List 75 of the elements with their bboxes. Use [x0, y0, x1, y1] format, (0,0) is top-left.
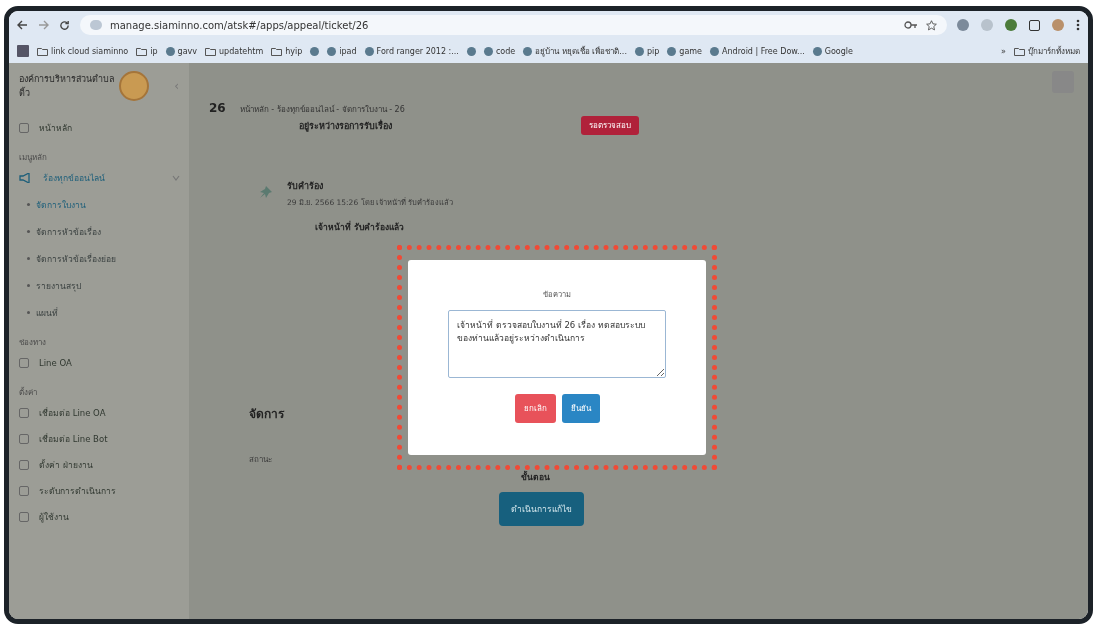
- pin-icon: [259, 185, 273, 199]
- site-icon: [812, 46, 822, 56]
- bullet-icon: [27, 257, 30, 260]
- ticket-status: อยู่ระหว่างรอการรับเรื่อง: [299, 118, 392, 133]
- bookmark[interactable]: [310, 46, 320, 56]
- bookmark[interactable]: gavv: [165, 46, 197, 56]
- cancel-button[interactable]: ยกเลิก: [514, 394, 556, 423]
- submenu-item[interactable]: รายงานสรุป: [19, 272, 179, 299]
- reload-icon[interactable]: [59, 19, 70, 31]
- submenu-item[interactable]: จัดการหัวข้อเรื่องย่อย: [19, 245, 179, 272]
- site-icon: [634, 46, 644, 56]
- megaphone-icon: [19, 173, 33, 183]
- folder-icon: [37, 46, 48, 56]
- sidebar-item[interactable]: ระดับการดำเนินการ: [19, 478, 179, 504]
- profile-icon[interactable]: [1052, 19, 1064, 31]
- bookmark[interactable]: ipad: [327, 46, 357, 56]
- site-icon: [667, 46, 677, 56]
- bookmark[interactable]: อยู่บ้าน หยุดเชื้อ เพื่อชาติ...: [523, 44, 627, 58]
- forward-icon[interactable]: [38, 20, 49, 30]
- bookmark[interactable]: Android | Free Dow...: [710, 46, 805, 56]
- sidebar-item[interactable]: ตั้งค่า ฝ่ายงาน: [19, 452, 179, 478]
- address-bar[interactable]: manage.siaminno.com/atsk#/apps/appeal/ticket/26: [80, 15, 947, 35]
- bookmark[interactable]: Ford ranger 2012 :...: [364, 46, 459, 56]
- bookmark[interactable]: pip: [634, 46, 660, 56]
- status-badge: รอตรวจสอบ: [581, 116, 639, 135]
- bullet-icon: [27, 230, 30, 233]
- star-icon[interactable]: [926, 19, 937, 31]
- folder-icon: [205, 46, 216, 56]
- timeline-title: รับคำร้อง: [287, 180, 324, 193]
- extension-icon[interactable]: [1005, 19, 1017, 31]
- bookmark[interactable]: link cloud siaminno: [37, 46, 129, 56]
- folder-icon: [271, 46, 283, 56]
- site-icon: [165, 46, 175, 56]
- sidebar-item[interactable]: เชื่อมต่อ Line Bot: [19, 426, 179, 452]
- bookmark[interactable]: ip: [136, 46, 158, 56]
- section-label: เมนูหลัก: [19, 152, 48, 165]
- section-label: ตั้งค่า: [19, 386, 38, 399]
- more-bookmarks[interactable]: »: [1001, 46, 1006, 56]
- bookmark[interactable]: updatehtm: [205, 46, 264, 56]
- section-title: จัดการ: [249, 406, 284, 423]
- sidebar-item[interactable]: เชื่อมต่อ Line OA: [19, 400, 179, 426]
- bookmark[interactable]: code: [483, 46, 516, 56]
- bookmark[interactable]: Google: [812, 46, 853, 56]
- folder-icon: [136, 46, 148, 56]
- step-label: ขั้นตอน: [521, 470, 551, 484]
- bullet-icon: [27, 284, 30, 287]
- site-icon: [710, 46, 719, 56]
- bookmark[interactable]: game: [667, 46, 702, 56]
- confirm-button[interactable]: ยืนยัน: [561, 394, 600, 423]
- site-icon: [523, 46, 533, 56]
- site-icon: [364, 46, 374, 56]
- bookmark[interactable]: hyip: [271, 46, 303, 56]
- sidebar-item[interactable]: หน้าหลัก: [19, 115, 179, 141]
- breadcrumb: หน้าหลัก - ร้องทุกข์ออนไลน์ - จัดการใบงาน - 26: [239, 104, 405, 116]
- bullet-icon: [27, 203, 30, 206]
- ticket-number: 26: [209, 101, 226, 115]
- seal-logo: [119, 71, 149, 101]
- section-label: ช่องทาง: [19, 337, 47, 349]
- action-button[interactable]: ดำเนินการแก้ไข: [499, 492, 584, 526]
- key-icon[interactable]: [904, 21, 918, 29]
- message-field[interactable]: เจ้าหน้าที่ ตรวจสอบใบงานที่ 26 เรื่อง ทดสอบระบบ ของท่านแล้วอยู่ระหว่างดำเนินการ: [448, 310, 666, 378]
- bookmark[interactable]: [466, 46, 476, 56]
- submenu-item[interactable]: จัดการหัวข้อเรื่อง: [19, 218, 179, 245]
- bullet-icon: [27, 311, 30, 314]
- bookmark-folder[interactable]: บุ๊กมาร์กทั้งหมด: [1014, 44, 1080, 58]
- folder-icon: [1014, 46, 1025, 56]
- field-label: สถานะ: [249, 454, 273, 466]
- sidebar-item[interactable]: ผู้ใช้งาน: [19, 504, 179, 530]
- timeline-note: เจ้าหน้าที่ รับคำร้องแล้ว: [315, 220, 405, 234]
- submenu-item[interactable]: แผนที่: [19, 299, 179, 326]
- chevron-icon: [172, 175, 180, 181]
- back-icon[interactable]: [17, 20, 28, 30]
- org-name: องค์การบริหารส่วนตำบล ติ้ว: [19, 73, 115, 100]
- sidebar-item[interactable]: Line OA: [19, 350, 179, 376]
- extension-icon[interactable]: [957, 19, 969, 31]
